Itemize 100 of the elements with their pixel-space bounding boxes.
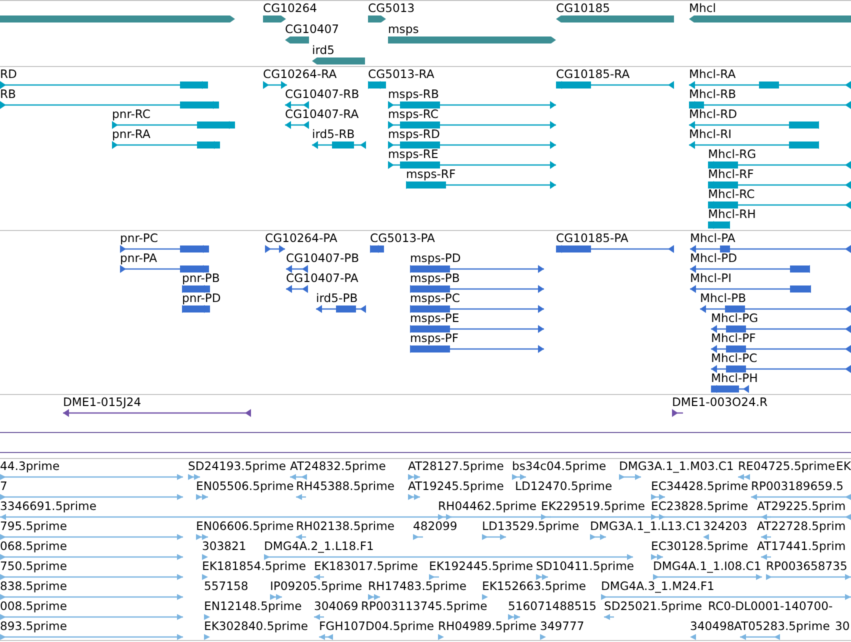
feature-label: LD13529.5prime [482, 519, 580, 533]
feature-label: Mhcl-PF [711, 331, 756, 345]
feature-label: RP003189659.5 [751, 479, 844, 493]
feature-label: DMG4A.2_1.L18.F1 [264, 539, 374, 553]
feature-label: CG10185-PA [556, 231, 628, 245]
feature-label: msps-RF [406, 167, 456, 181]
feature-label: 324203 [703, 519, 748, 533]
feature-label: Mhcl [689, 1, 716, 15]
feature-label: AT17441.5prim [757, 539, 846, 553]
feature-label: SD25021.5prime [604, 599, 702, 613]
feature-label: Mhcl-PC [711, 351, 758, 365]
feature-label: pnr-PC [120, 231, 158, 245]
feature-label: RD [0, 67, 17, 81]
feature-label: EC34428.5prime [651, 479, 748, 493]
feature-label: ird5-RB [312, 127, 355, 141]
feature-label: Mhcl-RA [689, 67, 736, 81]
feature-label: CG10264-RA [263, 67, 337, 81]
feature-label: EK229519.5prime [541, 499, 646, 513]
feature-label: FGH107D04.5prime [319, 619, 434, 633]
feature-label: RH04462.5prime [438, 499, 536, 513]
feature-label: CG10185-RA [556, 67, 630, 81]
feature-label: EK192445.5prime [429, 559, 534, 573]
feature-label: 7 [0, 479, 8, 493]
feature-label: msps-RD [388, 127, 440, 141]
feature-label: Mhcl-RI [689, 127, 732, 141]
feature-label: Mhcl-PG [711, 311, 758, 325]
feature-label: msps-RE [388, 147, 438, 161]
feature-label: Mhcl-RF [708, 167, 754, 181]
feature-label: pnr-PD [182, 291, 221, 305]
feature-label: RH17483.5prime [368, 579, 466, 593]
feature-label: AT05283.5prime [734, 619, 830, 633]
feature-label: Mhcl-RC [708, 187, 755, 201]
feature-label: EK152663.5prime [482, 579, 586, 593]
feature-label: 30 [835, 619, 850, 633]
feature-label: RB [0, 87, 16, 101]
feature-label: 482099 [413, 519, 458, 533]
feature-label: ird5 [312, 43, 335, 57]
feature-label: Mhcl-PH [711, 371, 758, 385]
feature-label: IP09205.5prime [270, 579, 362, 593]
feature-label: CG5013-PA [370, 231, 435, 245]
feature-label: CG5013-RA [368, 67, 434, 81]
feature-label: msps [388, 22, 419, 36]
feature-label: 750.5prime [0, 559, 67, 573]
feature-label: Mhcl-RD [689, 107, 738, 121]
feature-label: CG5013 [368, 1, 415, 15]
feature-label: CG10264 [263, 1, 317, 15]
feature-label: Mhcl-PB [700, 291, 746, 305]
feature-label: Mhcl-PD [690, 251, 738, 265]
feature-label: LD12470.5prime [515, 479, 612, 493]
feature-label: DMG4A.1_1.I08.C1 [653, 559, 762, 573]
feature-label: CG10407-RA [285, 107, 359, 121]
feature-label: EK [836, 459, 851, 473]
feature-label: 44.3prime [0, 459, 60, 473]
feature-label: msps-RB [388, 87, 439, 101]
feature-label: CG10407-PA [286, 271, 358, 285]
feature-label: RH04989.5prime [438, 619, 536, 633]
feature-label: EK302840.5prime [204, 619, 308, 633]
feature-label: CG10264-PA [265, 231, 338, 245]
feature-label: EK183017.5prime [314, 559, 418, 573]
feature-label: DMG3A.1_1.M03.C1 [619, 459, 734, 473]
feature-label: DME1-003O24.R [672, 395, 768, 409]
feature-label: RP003658735 [766, 559, 848, 573]
feature-label: AT28127.5prime [408, 459, 504, 473]
feature-label: RH45388.5prime [296, 479, 394, 493]
feature-label: ird5-PB [316, 291, 358, 305]
feature-label: DMG4A.3_1.M24.F1 [601, 579, 714, 593]
feature-label: msps-RC [388, 107, 438, 121]
feature-label: 304069 [314, 599, 358, 613]
feature-label: EN06606.5prime [196, 519, 294, 533]
feature-label: RP003113745.5prime [361, 599, 488, 613]
feature-label: pnr-RC [112, 107, 150, 121]
feature-label: CG10407 [285, 22, 339, 36]
feature-label: 893.5prime [0, 619, 67, 633]
feature-label: EN05506.5prime [196, 479, 294, 493]
feature-label: Mhcl-PI [690, 271, 732, 285]
feature-label: 349777 [540, 619, 584, 633]
feature-label: msps-PC [410, 291, 460, 305]
feature-label: AT22728.5prim [757, 519, 846, 533]
feature-label: msps-PF [410, 331, 459, 345]
feature-label: DME1-015J24 [63, 395, 142, 409]
feature-label: 3346691.5prime [0, 499, 96, 513]
feature-label: msps-PD [410, 251, 461, 265]
feature-label: CG10185 [556, 1, 610, 15]
feature-label: 340498 [690, 619, 734, 633]
feature-label: AT19245.5prime [408, 479, 504, 493]
feature-label: 068.5prime [0, 539, 67, 553]
feature-label: RH02138.5prime [296, 519, 394, 533]
feature-label: AT29225.5prim [757, 499, 846, 513]
feature-label: 516071488515 [508, 599, 597, 613]
feature-label: 838.5prime [0, 579, 67, 593]
feature-label: Mhcl-PA [690, 231, 736, 245]
feature-label: pnr-PB [182, 271, 220, 285]
feature-label: 557158 [204, 579, 248, 593]
feature-label: 008.5prime [0, 599, 67, 613]
feature-label: RC0-DL0001-140700- [708, 599, 833, 613]
feature-label: DMG3A.1_1.L13.C1 [590, 519, 702, 533]
feature-label: msps-PB [410, 271, 460, 285]
feature-label: Mhcl-RB [689, 87, 736, 101]
feature-label: CG10407-PB [286, 251, 360, 265]
feature-label: SD10411.5prime [536, 559, 634, 573]
